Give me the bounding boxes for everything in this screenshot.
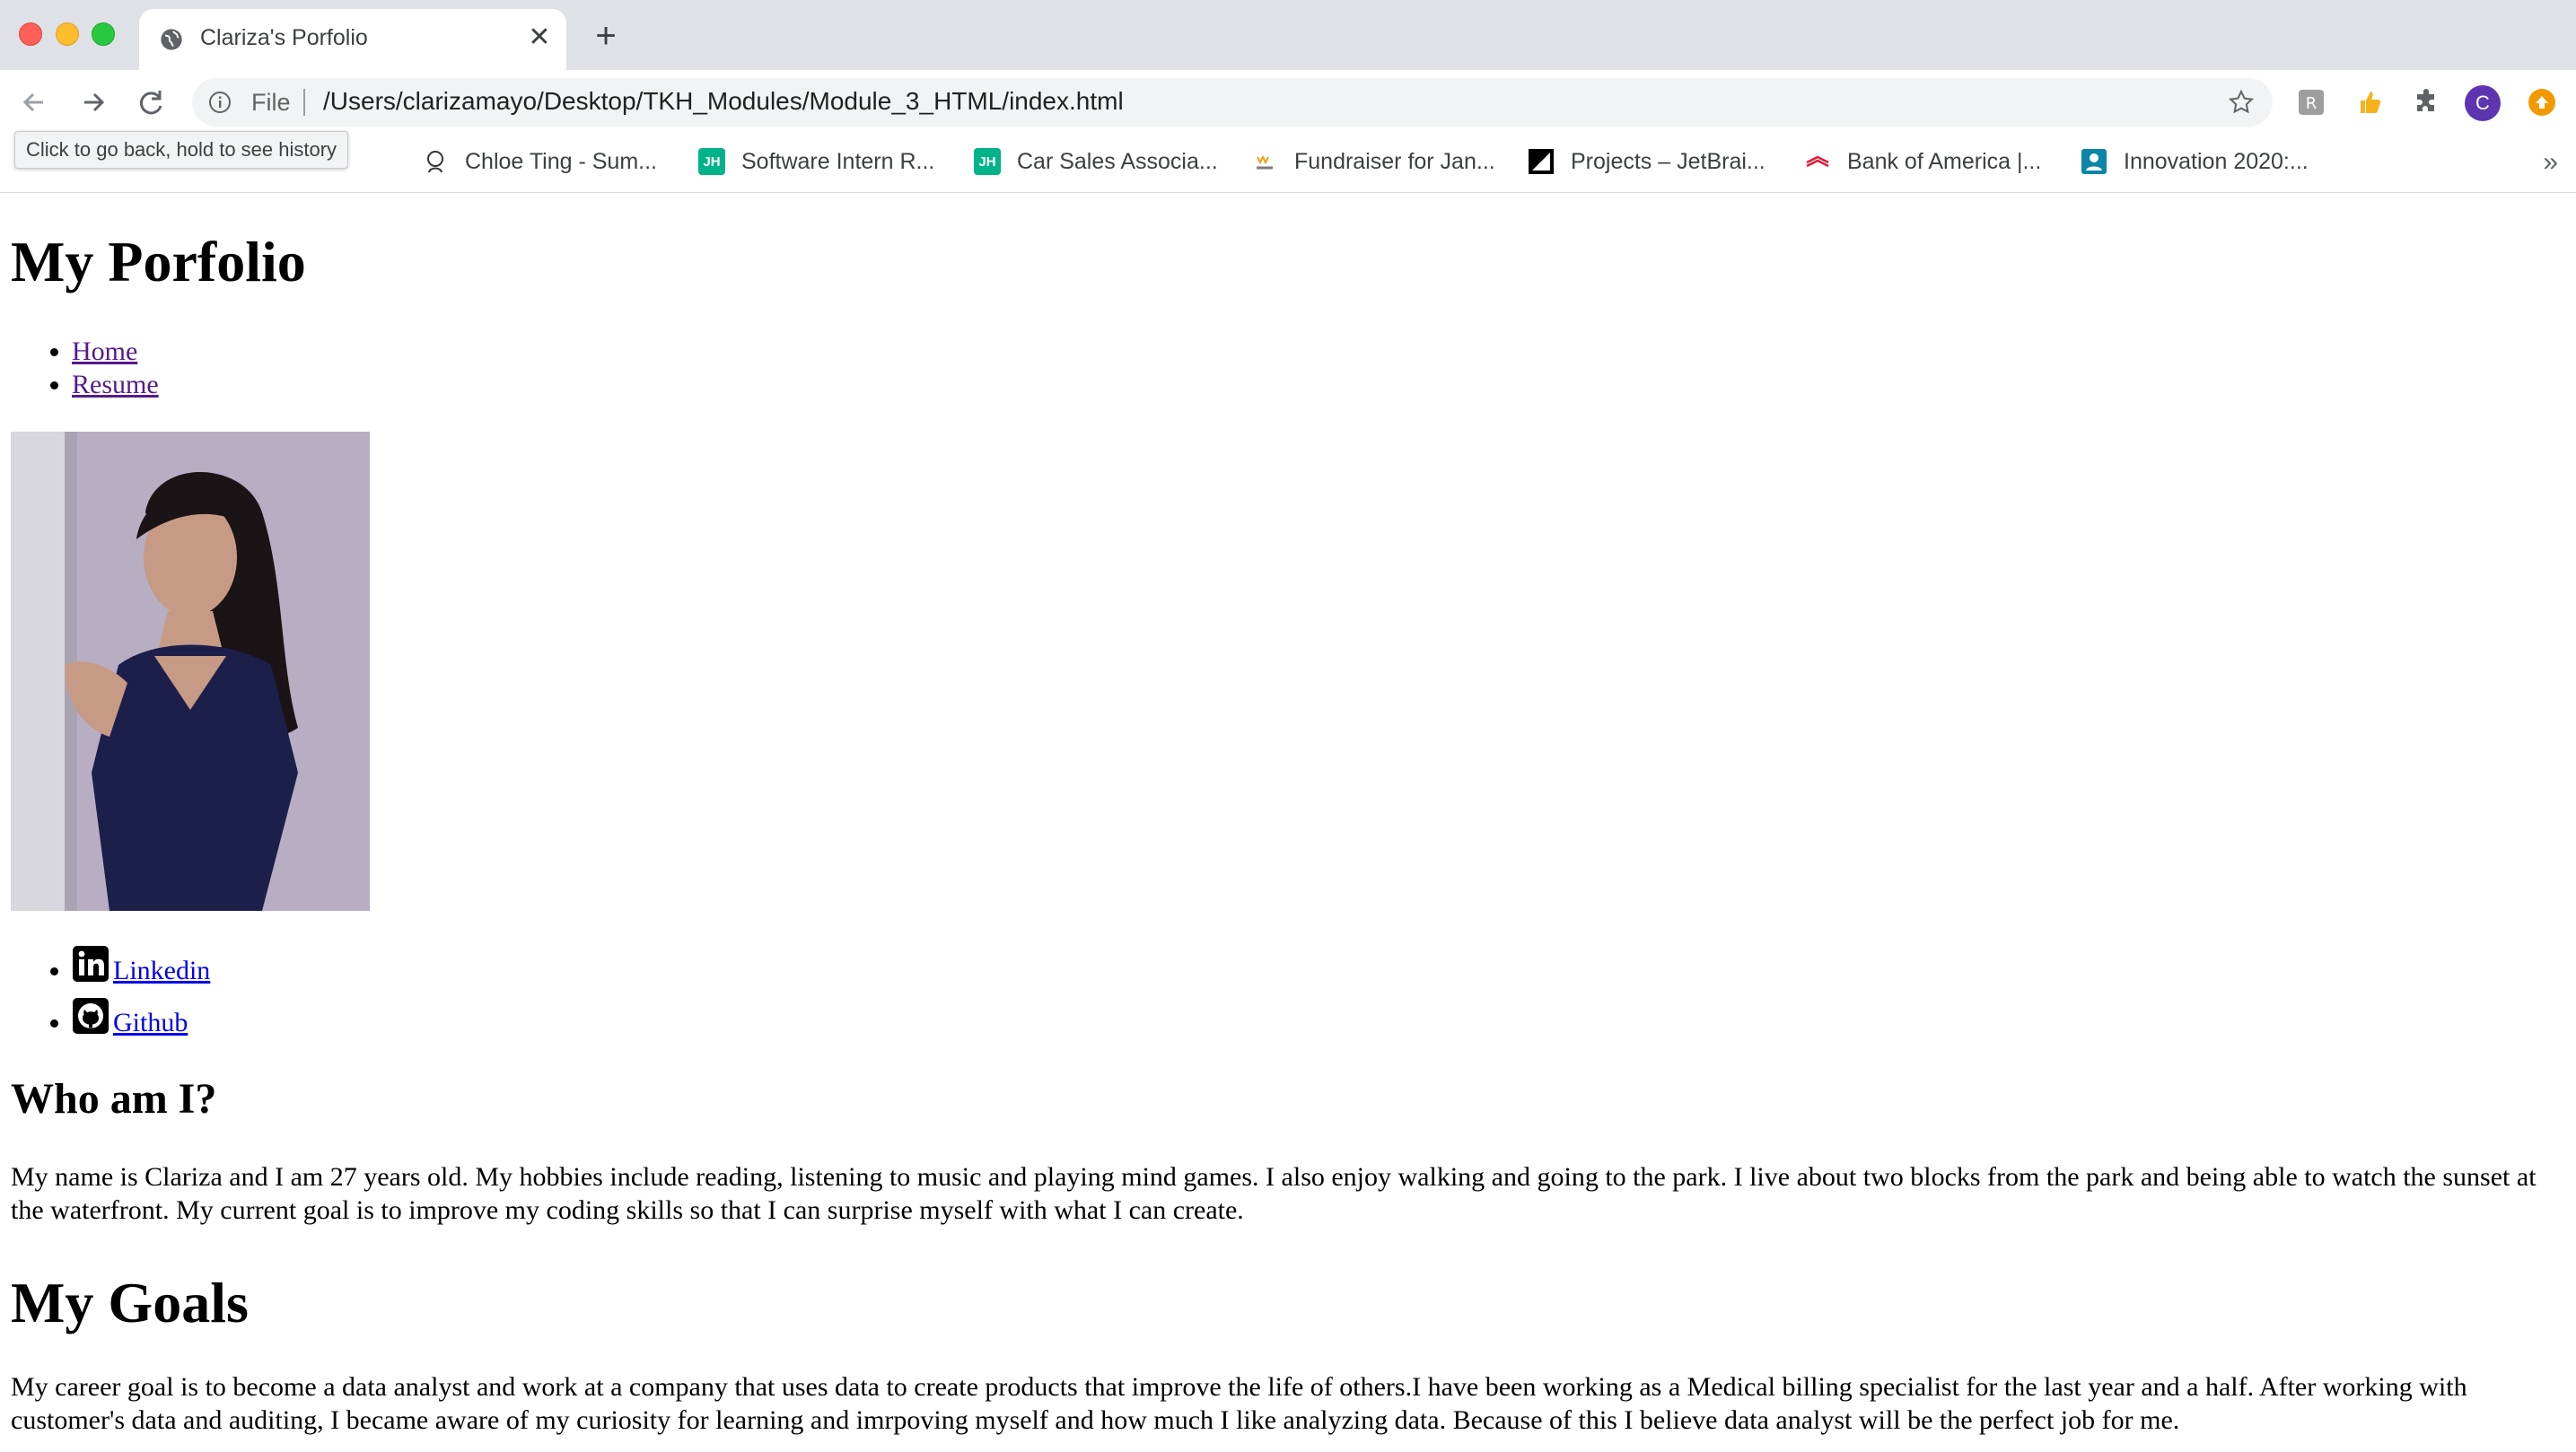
bookmark-car-sales[interactable]: JH Car Sales Associa... [974, 145, 1218, 178]
nav-item: Resume [72, 368, 159, 401]
forward-arrow-icon[interactable] [75, 84, 111, 120]
bookmark-bank-of-america[interactable]: Bank of America |... [1804, 145, 2041, 178]
gofundme-icon [1257, 154, 1273, 170]
extensions-puzzle-icon[interactable] [2413, 88, 2441, 117]
bookmark-chloe-ting[interactable]: Chloe Ting - Sum... [422, 145, 657, 178]
update-indicator-icon[interactable] [2528, 88, 2556, 117]
jh-icon: JH [698, 148, 725, 175]
social-links: Linkedin Github [11, 945, 210, 1049]
thumbs-up-extension-icon[interactable] [2355, 88, 2384, 117]
innovation-icon [2081, 149, 2107, 174]
page-title: My Porfolio [11, 230, 306, 293]
bookmark-innovation[interactable]: Innovation 2020:... [2081, 145, 2309, 178]
bookmark-star-icon[interactable] [2228, 89, 2255, 116]
bookmark-label: Chloe Ting - Sum... [465, 148, 657, 174]
close-tab-icon[interactable]: ✕ [525, 23, 554, 52]
social-item: Linkedin [72, 945, 210, 997]
jh-icon: JH [974, 148, 1001, 175]
bookmark-label: Innovation 2020:... [2124, 148, 2309, 174]
linkedin-link[interactable]: Linkedin [113, 956, 210, 985]
who-heading: Who am I? [11, 1075, 217, 1123]
tab-strip: Clariza's Porfolio ✕ + [0, 0, 2576, 70]
bookmark-label: Fundraiser for Jan... [1294, 148, 1495, 174]
address-bar[interactable]: File /Users/clarizamayo/Desktop/TKH_Modu… [192, 78, 2273, 127]
address-separator [303, 89, 305, 116]
nav-list: Home Resume [11, 335, 159, 401]
tab-active[interactable]: Clariza's Porfolio ✕ [139, 9, 566, 70]
info-icon[interactable] [208, 91, 232, 114]
browser-chrome: Clariza's Porfolio ✕ + File /Users/clari… [0, 0, 2576, 193]
bookmark-software-intern[interactable]: JH Software Intern R... [698, 145, 934, 178]
maximize-window-button[interactable] [92, 22, 115, 46]
address-url[interactable]: /Users/clarizamayo/Desktop/TKH_Modules/M… [323, 87, 1124, 116]
bookmark-label: Car Sales Associa... [1017, 148, 1218, 174]
profile-photo [11, 432, 370, 911]
profile-avatar[interactable]: C [2465, 85, 2501, 121]
globe-icon [161, 29, 182, 50]
minimize-window-button[interactable] [56, 22, 79, 46]
bookmark-fundraiser[interactable]: Fundraiser for Jan... [1251, 145, 1495, 178]
linkedin-icon [73, 946, 109, 982]
nav-resume-link[interactable]: Resume [72, 370, 159, 399]
reload-icon[interactable] [133, 84, 169, 120]
close-window-button[interactable] [19, 22, 42, 46]
goals-heading: My Goals [11, 1271, 249, 1334]
jetbrains-icon [1529, 149, 1554, 174]
goals-paragraph: My career goal is to become a data analy… [11, 1372, 2467, 1435]
toolbar: File /Users/clarizamayo/Desktop/TKH_Modu… [0, 70, 2576, 135]
tab-title: Clariza's Porfolio [200, 25, 368, 50]
bookmark-label: Software Intern R... [741, 148, 935, 174]
bookmark-label: Bank of America |... [1847, 148, 2042, 174]
back-button-tooltip: Click to go back, hold to see history [14, 131, 349, 169]
who-paragraph: My name is Clariza and I am 27 years old… [11, 1162, 2537, 1225]
nav-home-link[interactable]: Home [72, 337, 137, 366]
address-scheme: File [251, 89, 291, 116]
bookmarks-bar: Chloe Ting - Sum... JH Software Intern R… [0, 135, 2576, 193]
bookmarks-overflow-button[interactable]: » [2543, 147, 2558, 178]
svg-text:R: R [2306, 94, 2318, 113]
bookmark-label: Projects – JetBrai... [1571, 148, 1766, 174]
chloe-ting-icon [427, 151, 443, 173]
extension-reader-icon[interactable]: R [2297, 88, 2326, 117]
bookmark-jetbrains[interactable]: Projects – JetBrai... [1528, 145, 1766, 178]
github-link[interactable]: Github [113, 1008, 188, 1037]
bofa-icon [1806, 155, 1829, 168]
social-item: Github [72, 997, 210, 1049]
github-icon [73, 998, 109, 1034]
new-tab-button[interactable]: + [588, 18, 624, 56]
back-arrow-icon[interactable] [16, 84, 52, 120]
nav-item: Home [72, 335, 159, 368]
